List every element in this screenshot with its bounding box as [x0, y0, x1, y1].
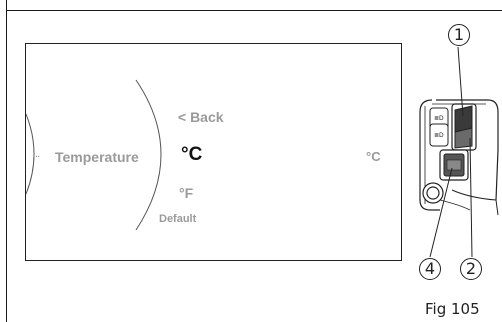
figure-diagram: ... Temperature < Back °C °F Default °C … — [0, 0, 502, 322]
rocker-switch-lower — [454, 127, 473, 149]
leader-line-4 — [429, 167, 453, 258]
callout-4: 4 — [419, 258, 441, 280]
horn-button-inner — [426, 186, 440, 200]
leader-line-2 — [469, 137, 473, 258]
callout-2: 2 — [460, 258, 482, 280]
figure-label: Fig 105 — [425, 300, 480, 318]
headlight-icon-lower: ≣D — [434, 132, 444, 139]
headlight-icon-upper: ≣D — [434, 115, 444, 122]
callout-1: 1 — [448, 24, 470, 46]
